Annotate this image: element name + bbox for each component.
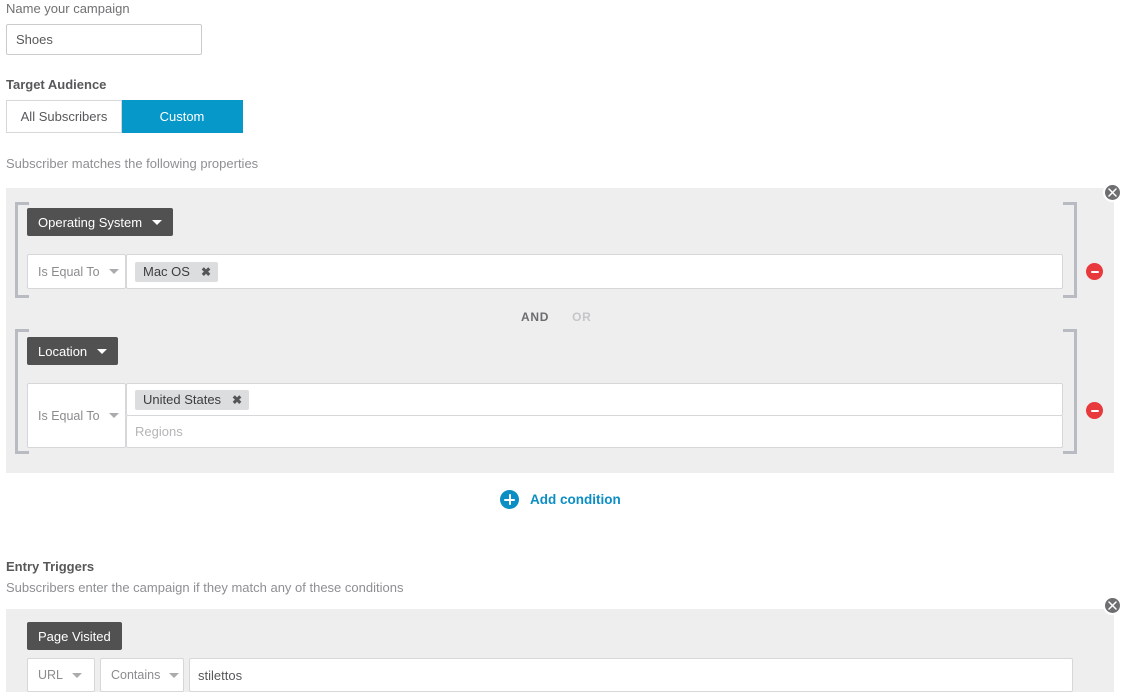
target-audience-heading: Target Audience bbox=[6, 77, 107, 92]
condition-property-label: Location bbox=[38, 343, 88, 359]
remove-condition-button-0[interactable] bbox=[1086, 263, 1103, 280]
trigger-operator-select[interactable]: Contains bbox=[100, 658, 184, 692]
close-icon bbox=[1108, 601, 1117, 610]
trigger-property-label: Page Visited bbox=[38, 628, 111, 644]
chevron-down-icon bbox=[108, 413, 119, 418]
chip-label: Mac OS bbox=[143, 264, 190, 279]
minus-icon bbox=[1090, 270, 1099, 273]
condition-property-operating-system[interactable]: Operating System bbox=[27, 208, 174, 236]
condition-operator-label: Is Equal To bbox=[38, 264, 100, 279]
conjunction-or[interactable]: OR bbox=[572, 310, 591, 324]
condition-bracket-right bbox=[1063, 202, 1077, 298]
minus-icon bbox=[1090, 409, 1099, 412]
condition-regions-placeholder: Regions bbox=[135, 424, 183, 439]
entry-triggers-panel: Page Visited URL Contains stilettos bbox=[6, 609, 1114, 692]
condition-value-chip: Mac OS ✖ bbox=[135, 261, 219, 282]
condition-value-chip: United States ✖ bbox=[135, 389, 250, 410]
chip-remove-icon[interactable]: ✖ bbox=[201, 266, 211, 278]
trigger-value-text: stilettos bbox=[198, 667, 243, 683]
conditions-helper-text: Subscriber matches the following propert… bbox=[6, 156, 259, 171]
condition-bracket-right bbox=[1063, 329, 1077, 454]
chevron-down-icon bbox=[72, 672, 83, 678]
entry-triggers-helper-text: Subscribers enter the campaign if they m… bbox=[6, 580, 404, 595]
condition-operator-select-0[interactable]: Is Equal To bbox=[27, 254, 126, 289]
condition-value-box-1[interactable]: United States ✖ bbox=[126, 383, 1063, 416]
trigger-operator-label: Contains bbox=[111, 668, 161, 682]
condition-property-location[interactable]: Location bbox=[27, 337, 119, 365]
campaign-name-label: Name your campaign bbox=[6, 1, 130, 16]
remove-condition-button-1[interactable] bbox=[1086, 402, 1103, 419]
chip-label: United States bbox=[143, 392, 222, 407]
target-audience-toggle: All Subscribers Custom bbox=[6, 100, 243, 133]
condition-property-label: Operating System bbox=[38, 214, 143, 230]
condition-regions-input[interactable]: Regions bbox=[126, 416, 1063, 448]
trigger-value-input[interactable]: stilettos bbox=[189, 658, 1073, 692]
conditions-panel: Operating System Is Equal To Mac OS ✖ AN… bbox=[6, 188, 1114, 473]
close-icon bbox=[1108, 188, 1117, 197]
condition-operator-label: Is Equal To bbox=[38, 408, 100, 423]
close-entry-triggers-panel-button[interactable] bbox=[1103, 596, 1122, 615]
trigger-field-label: URL bbox=[38, 668, 64, 682]
chevron-down-icon bbox=[169, 672, 180, 678]
entry-triggers-heading: Entry Triggers bbox=[6, 559, 95, 574]
campaign-builder-page: Name your campaign Target Audience All S… bbox=[0, 0, 1124, 692]
conjunction-and[interactable]: AND bbox=[521, 310, 549, 324]
chevron-down-icon bbox=[152, 219, 163, 225]
trigger-field-select[interactable]: URL bbox=[27, 658, 95, 692]
chevron-down-icon bbox=[97, 348, 108, 354]
condition-value-box-0[interactable]: Mac OS ✖ bbox=[126, 254, 1063, 289]
chip-remove-icon[interactable]: ✖ bbox=[232, 394, 242, 406]
campaign-name-input[interactable] bbox=[6, 24, 202, 55]
trigger-property-page-visited[interactable]: Page Visited bbox=[27, 622, 122, 650]
target-audience-option-all-subscribers[interactable]: All Subscribers bbox=[6, 100, 122, 133]
plus-circle-icon bbox=[500, 490, 519, 509]
condition-conjunction-toggle: AND OR bbox=[521, 310, 592, 324]
condition-operator-select-1[interactable]: Is Equal To bbox=[27, 383, 126, 448]
add-condition-button[interactable]: Add condition bbox=[500, 490, 621, 509]
add-condition-label: Add condition bbox=[530, 492, 621, 507]
target-audience-option-custom[interactable]: Custom bbox=[122, 100, 243, 133]
close-conditions-panel-button[interactable] bbox=[1103, 183, 1122, 202]
chevron-down-icon bbox=[108, 269, 119, 274]
